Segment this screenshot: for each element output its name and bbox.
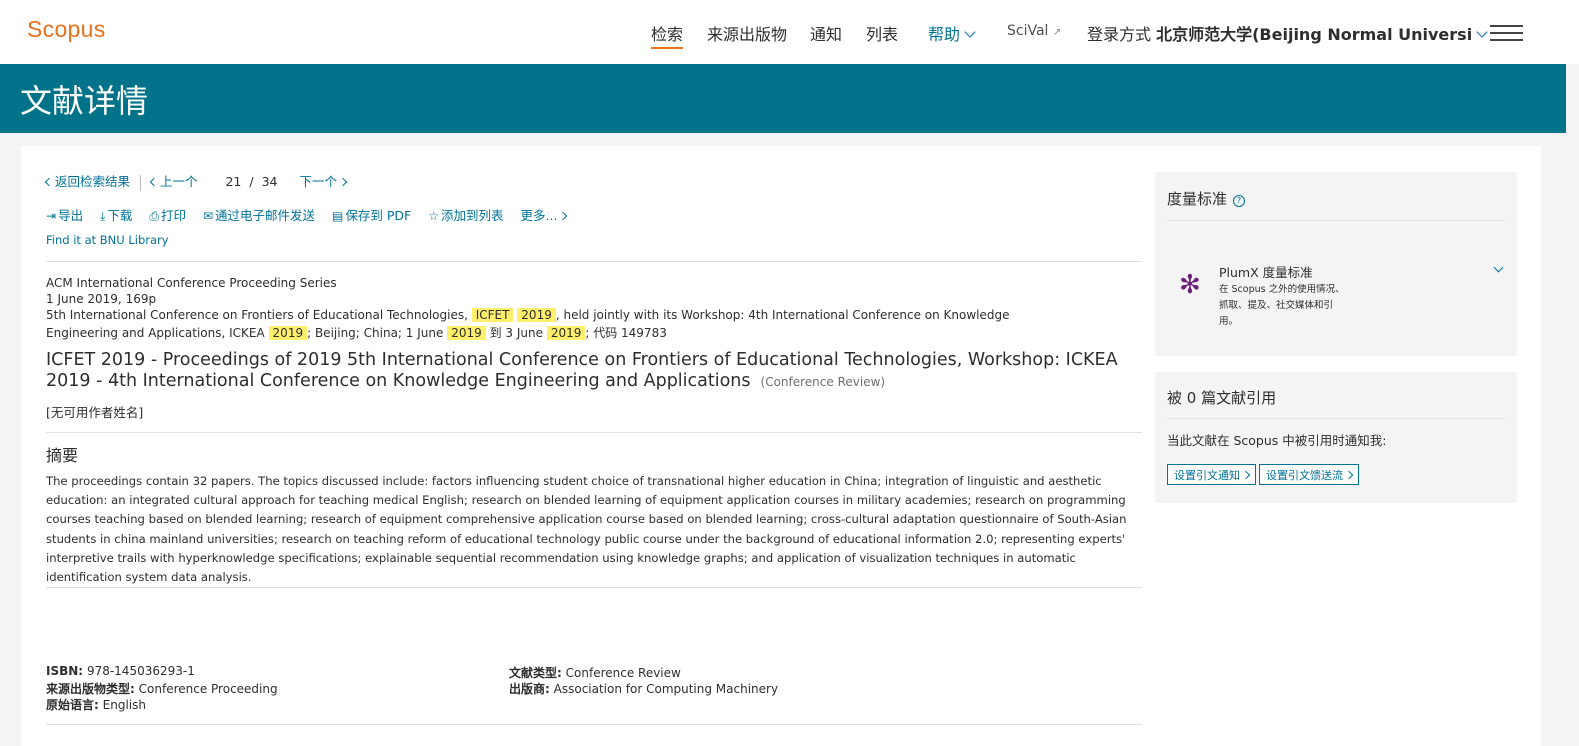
cited-by-title: 被 0 篇文献引用	[1167, 389, 1277, 407]
abstract-text: The proceedings contain 32 papers. The t…	[46, 474, 1127, 585]
plumx-description: 在 Scopus 之外的使用情况、抓取、提及、社交媒体和引用。	[1219, 284, 1345, 327]
chevron-left-icon	[44, 177, 54, 187]
download-button[interactable]: ⤓ 下载	[100, 208, 132, 223]
set-citation-feed-button[interactable]: 设置引文馈送流	[1259, 464, 1359, 485]
nav-alerts[interactable]: 通知	[810, 21, 842, 45]
divider	[140, 174, 141, 191]
nav-sources[interactable]: 来源出版物	[707, 21, 787, 45]
index-separator: /	[249, 174, 254, 189]
nav-help[interactable]: 帮助	[928, 21, 976, 45]
print-icon: ⎙	[149, 209, 159, 223]
star-icon: ☆	[428, 209, 439, 223]
plumx-logo-icon: ✻	[1179, 270, 1201, 300]
divider	[1167, 220, 1505, 221]
document-type-tag: (Conference Review)	[760, 375, 886, 389]
isbn-field: ISBN: 978-145036293-1	[46, 664, 195, 678]
chevron-down-icon[interactable]	[1493, 262, 1504, 273]
total-count: 34	[261, 174, 278, 189]
page-scrollbar[interactable]	[1566, 64, 1579, 746]
export-button[interactable]: ⇥ 导出	[46, 208, 83, 223]
save-pdf-button[interactable]: ▤ 保存到 PDF	[332, 208, 411, 223]
source-series: ACM International Conference Proceeding …	[46, 276, 337, 290]
cited-by-panel: 被 0 篇文献引用 当此文献在 Scopus 中被引用时通知我: 设置引文通知 …	[1155, 372, 1517, 503]
divider	[46, 587, 1142, 588]
source-date-pages: 1 June 2019, 169p	[46, 292, 157, 306]
download-icon: ⤓	[100, 209, 106, 223]
source-type-field: 来源出版物类型: Conference Proceeding	[46, 682, 278, 696]
nav-lists[interactable]: 列表	[866, 21, 898, 45]
language-field: 原始语言: English	[46, 698, 146, 712]
email-button[interactable]: ✉ 通过电子邮件发送	[203, 208, 315, 223]
document-type-field: 文献类型: Conference Review	[509, 666, 681, 680]
citation-notify-text: 当此文献在 Scopus 中被引用时通知我:	[1167, 433, 1387, 448]
previous-link[interactable]: 上一个	[149, 174, 198, 189]
conference-info-line1: 5th International Conference on Frontier…	[46, 308, 1010, 322]
divider	[46, 432, 1142, 433]
chevron-down-icon	[1476, 26, 1488, 38]
conference-info-line2: Engineering and Applications, ICKEA 2019…	[46, 326, 667, 340]
chevron-right-icon	[559, 211, 568, 221]
abstract-heading: 摘要	[46, 446, 79, 465]
nav-help-label: 帮助	[928, 25, 961, 44]
search-highlight: 2019	[546, 326, 586, 340]
chevron-right-icon	[338, 177, 348, 187]
page-title-band: 文献详情	[0, 64, 1566, 133]
plumx-title[interactable]: PlumX 度量标准	[1219, 262, 1313, 281]
search-highlight: 2019	[268, 326, 308, 340]
document-title-text: ICFET 2019 - Proceedings of 2019 5th Int…	[46, 350, 1118, 391]
document-title: ICFET 2019 - Proceedings of 2019 5th Int…	[46, 350, 1126, 393]
chevron-left-icon	[149, 177, 159, 187]
result-navigation: 返回检索结果 上一个 21 / 34 下一个	[44, 171, 348, 191]
metrics-title: 度量标准?	[1167, 188, 1246, 209]
metrics-panel: 度量标准? ✻ PlumX 度量标准 在 Scopus 之外的使用情况、抓取、提…	[1155, 172, 1517, 356]
divider	[46, 261, 1142, 262]
login-prefix: 登录方式	[1087, 25, 1152, 44]
next-link[interactable]: 下一个	[299, 174, 348, 189]
scopus-logo[interactable]: Scopus	[27, 16, 106, 43]
library-link[interactable]: Find it at BNU Library	[46, 233, 169, 247]
help-icon[interactable]: ?	[1233, 195, 1246, 207]
nav-login[interactable]: 登录方式 北京师范大学(Beijing Normal Universi	[1087, 21, 1488, 45]
divider	[1167, 418, 1505, 419]
pdf-icon: ▤	[332, 209, 344, 223]
export-icon: ⇥	[46, 209, 57, 223]
more-button[interactable]: 更多...	[520, 208, 568, 223]
nav-scival[interactable]: SciVal ↗	[1007, 23, 1061, 39]
nav-search[interactable]: 检索	[651, 21, 684, 49]
nav-scival-label: SciVal	[1007, 23, 1049, 39]
document-toolbar: ⇥ 导出 ⤓ 下载 ⎙ 打印 ✉ 通过电子邮件发送 ▤ 保存到 PDF ☆ 添加到列表 更多…	[46, 205, 579, 224]
hamburger-menu-icon[interactable]	[1490, 25, 1523, 41]
authors: [无可用作者姓名]	[46, 405, 144, 420]
set-citation-alert-button[interactable]: 设置引文通知	[1167, 464, 1256, 485]
top-navbar: Scopus 检索 来源出版物 通知 列表 帮助 SciVal ↗ 登录方式 北…	[0, 0, 1579, 64]
chevron-right-icon	[1241, 470, 1251, 480]
external-link-icon: ↗	[1052, 27, 1062, 38]
add-to-list-button[interactable]: ☆ 添加到列表	[428, 208, 503, 223]
page-title: 文献详情	[20, 82, 149, 120]
search-highlight: 2019	[517, 308, 556, 322]
chevron-right-icon	[1344, 470, 1354, 480]
publisher-field: 出版商: Association for Computing Machinery	[509, 682, 779, 696]
chevron-down-icon	[964, 26, 976, 38]
login-organization: 北京师范大学(Beijing Normal Universi	[1156, 25, 1473, 44]
current-index: 21	[225, 174, 242, 189]
search-highlight: 2019	[447, 326, 486, 340]
email-icon: ✉	[202, 209, 214, 223]
back-to-results-link[interactable]: 返回检索结果	[44, 174, 130, 189]
print-button[interactable]: ⎙ 打印	[149, 208, 186, 223]
divider	[46, 724, 1142, 725]
search-highlight: ICFET	[471, 308, 514, 322]
